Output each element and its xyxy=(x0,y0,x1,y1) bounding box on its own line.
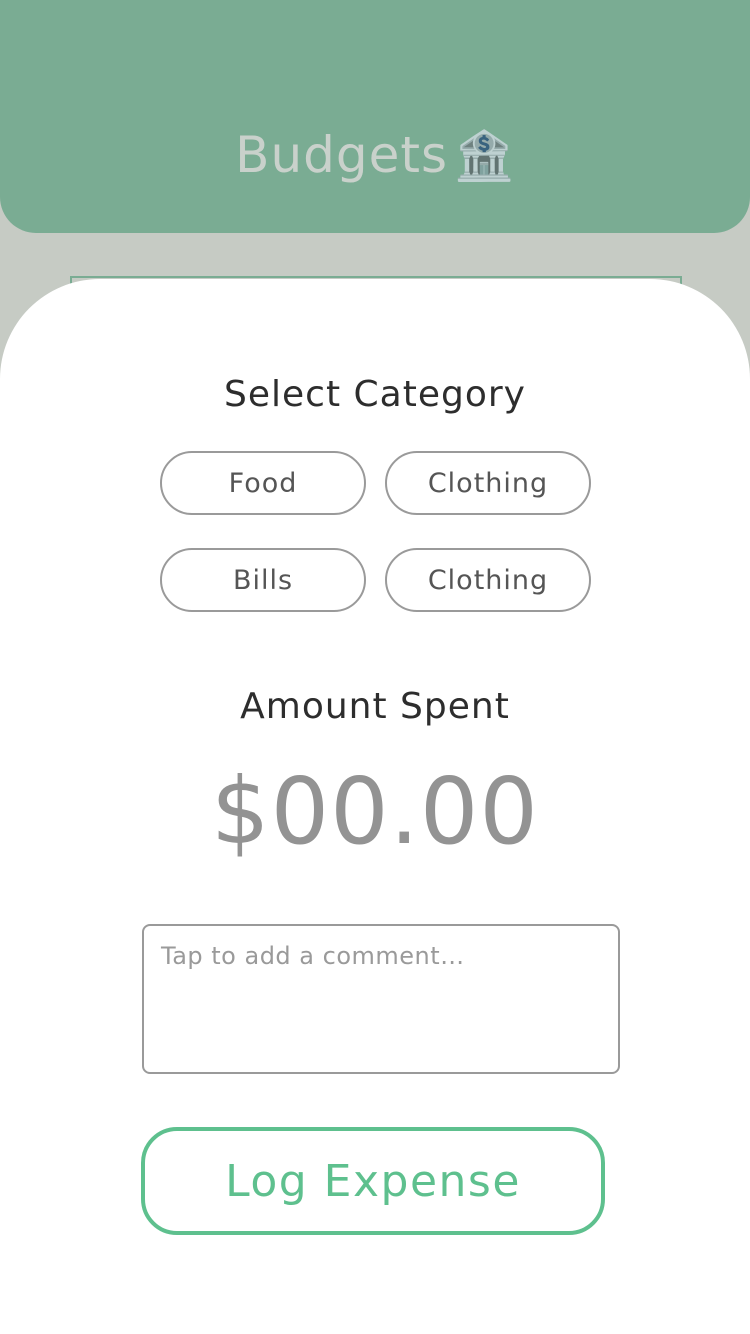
log-expense-button[interactable]: Log Expense xyxy=(141,1127,605,1235)
bank-icon: 🏦 xyxy=(454,128,515,184)
select-category-title: Select Category xyxy=(224,374,526,415)
page-title: Budgets 🏦 xyxy=(0,126,750,184)
category-pill-label: Clothing xyxy=(427,564,549,596)
amount-spent-title: Amount Spent xyxy=(240,686,510,727)
category-pill-label: Bills xyxy=(232,564,294,596)
budgets-screen: Budgets 🏦 Select Category Food Clothing B… xyxy=(0,0,750,1334)
category-pill-food[interactable]: Food xyxy=(160,451,366,515)
category-pill-label: Food xyxy=(228,467,298,499)
amount-input[interactable]: $00.00 xyxy=(0,758,750,865)
log-expense-label: Log Expense xyxy=(225,1155,521,1207)
header-bar: Budgets 🏦 xyxy=(0,0,750,233)
comment-field[interactable] xyxy=(142,924,620,1074)
page-title-text: Budgets xyxy=(235,126,449,184)
category-pill-clothing-2[interactable]: Clothing xyxy=(385,548,591,612)
category-pill-bills[interactable]: Bills xyxy=(160,548,366,612)
category-pill-label: Clothing xyxy=(427,467,549,499)
category-pill-clothing[interactable]: Clothing xyxy=(385,451,591,515)
